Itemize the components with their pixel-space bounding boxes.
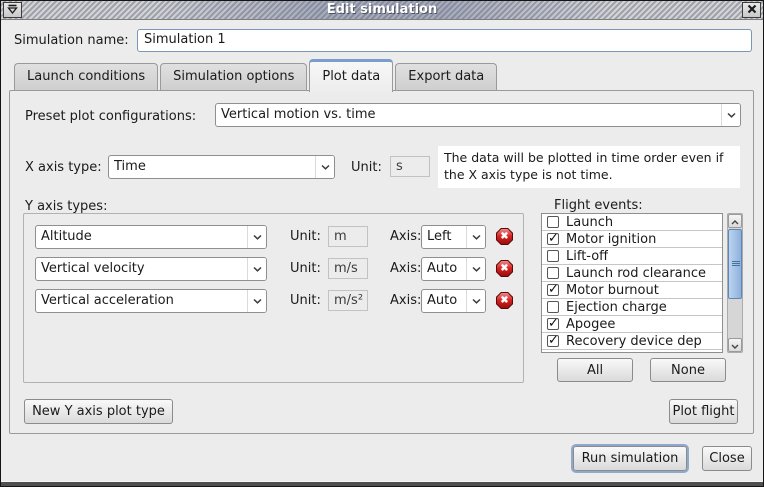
- new-y-axis-plot-type-button[interactable]: New Y axis plot type: [24, 399, 173, 424]
- chevron-down-icon: [466, 290, 485, 312]
- preset-config-select[interactable]: Vertical motion vs. time: [215, 103, 741, 127]
- y-axis-type-select[interactable]: Altitude: [35, 225, 267, 249]
- tab-launch-conditions[interactable]: Launch conditions: [14, 63, 158, 91]
- chevron-down-icon: [721, 104, 740, 126]
- close-window-button[interactable]: [742, 2, 761, 18]
- y-axis-row: Vertical velocity Unit: m/s Axis: Auto ✖: [24, 257, 523, 281]
- window-bottom-frame: [1, 481, 763, 486]
- plot-flight-button[interactable]: Plot flight: [669, 399, 738, 424]
- x-axis-type-value: Time: [109, 156, 315, 178]
- axis-side-value: Auto: [422, 290, 466, 312]
- flight-event-row[interactable]: Lift-off: [542, 248, 722, 265]
- edit-simulation-dialog: Edit simulation Simulation name: Simulat…: [0, 0, 764, 487]
- unit-value: m/s: [328, 258, 368, 279]
- delete-y-axis-button[interactable]: ✖: [496, 292, 513, 309]
- checkbox[interactable]: [547, 284, 559, 296]
- y-axis-type-value: Vertical velocity: [36, 258, 247, 280]
- chevron-down-icon: [247, 290, 266, 312]
- preset-config-label: Preset plot configurations:: [25, 109, 196, 124]
- checkbox[interactable]: [547, 250, 559, 262]
- flight-event-name: Motor burnout: [566, 283, 659, 298]
- flight-event-name: Lift-off: [566, 249, 608, 264]
- y-axis-types-group: Altitude Unit: m Axis: Left ✖ Vertical v…: [23, 213, 524, 383]
- y-axis-type-select[interactable]: Vertical acceleration: [35, 289, 267, 313]
- flight-event-name: Launch: [566, 215, 613, 230]
- unit-label: Unit:: [290, 261, 321, 276]
- flight-events-label: Flight events:: [554, 198, 643, 213]
- y-axis-row: Altitude Unit: m Axis: Left ✖: [24, 225, 523, 249]
- scrollbar-thumb[interactable]: [728, 229, 742, 299]
- x-axis-type-select[interactable]: Time: [108, 155, 335, 179]
- tab-bar: Launch conditions Simulation options Plo…: [14, 58, 499, 91]
- flight-event-row[interactable]: Apogee: [542, 316, 722, 333]
- scroll-up-button[interactable]: [728, 214, 742, 228]
- chevron-down-icon: [466, 226, 485, 248]
- flight-event-name: Apogee: [566, 317, 615, 332]
- flight-event-name: Ejection charge: [566, 300, 667, 315]
- flight-event-row[interactable]: Motor ignition: [542, 231, 722, 248]
- flight-event-name: Motor ignition: [566, 232, 656, 247]
- titlebar[interactable]: Edit simulation: [1, 1, 763, 20]
- y-axis-types-label: Y axis types:: [25, 199, 107, 214]
- y-axis-row: Vertical acceleration Unit: m/s² Axis: A…: [24, 289, 523, 313]
- chevron-down-icon: [247, 226, 266, 248]
- y-axis-type-select[interactable]: Vertical velocity: [35, 257, 267, 281]
- checkbox[interactable]: [547, 318, 559, 330]
- x-axis-type-label: X axis type:: [25, 160, 102, 175]
- chevron-up-icon: [731, 214, 739, 229]
- scroll-down-button[interactable]: [728, 338, 742, 352]
- tab-export-data[interactable]: Export data: [395, 63, 497, 91]
- checkbox[interactable]: [547, 301, 559, 313]
- unit-label: Unit:: [290, 293, 321, 308]
- select-all-events-button[interactable]: All: [557, 358, 633, 382]
- x-axis-unit-label: Unit:: [351, 160, 382, 175]
- chevron-down-icon: [731, 338, 739, 353]
- delete-y-axis-button[interactable]: ✖: [496, 260, 513, 277]
- checkbox[interactable]: [547, 267, 559, 279]
- flight-event-row[interactable]: Launch rod clearance: [542, 265, 722, 282]
- flight-event-row[interactable]: Ejection charge: [542, 299, 722, 316]
- chevron-down-icon: [466, 258, 485, 280]
- axis-side-select[interactable]: Auto: [421, 289, 486, 313]
- flight-events-scrollbar[interactable]: [727, 213, 743, 353]
- flight-event-row[interactable]: Motor burnout: [542, 282, 722, 299]
- unit-value: m: [328, 226, 368, 247]
- flight-event-row[interactable]: Launch: [542, 214, 722, 231]
- simulation-name-input[interactable]: Simulation 1: [137, 29, 752, 52]
- run-simulation-button[interactable]: Run simulation: [573, 446, 687, 471]
- chevron-down-icon: [247, 258, 266, 280]
- flight-event-name: Recovery device dep: [566, 334, 702, 349]
- unit-label: Unit:: [290, 229, 321, 244]
- flight-events-list[interactable]: Launch Motor ignition Lift-off Launch ro…: [541, 213, 723, 353]
- flight-event-row[interactable]: Recovery device dep: [542, 333, 722, 350]
- select-none-events-button[interactable]: None: [650, 358, 726, 382]
- axis-label: Axis:: [390, 229, 421, 244]
- checkbox[interactable]: [547, 233, 559, 245]
- preset-config-value: Vertical motion vs. time: [216, 104, 721, 126]
- tab-plot-data[interactable]: Plot data: [309, 59, 393, 92]
- flight-event-name: Launch rod clearance: [566, 266, 706, 281]
- axis-side-select[interactable]: Auto: [421, 257, 486, 281]
- close-button[interactable]: Close: [702, 446, 752, 471]
- axis-side-select[interactable]: Left: [421, 225, 486, 249]
- y-axis-type-value: Vertical acceleration: [36, 290, 247, 312]
- delete-y-axis-button[interactable]: ✖: [496, 228, 513, 245]
- close-icon: [747, 3, 757, 18]
- checkbox[interactable]: [547, 335, 559, 347]
- time-order-note: The data will be plotted in time order e…: [438, 146, 740, 188]
- chevron-down-icon: [315, 156, 334, 178]
- axis-label: Axis:: [390, 293, 421, 308]
- y-axis-type-value: Altitude: [36, 226, 247, 248]
- axis-side-value: Left: [422, 226, 466, 248]
- axis-label: Axis:: [390, 261, 421, 276]
- axis-side-value: Auto: [422, 258, 466, 280]
- window-title: Edit simulation: [1, 2, 763, 17]
- unit-value: m/s²: [328, 290, 368, 311]
- scrollbar-grip: [732, 261, 740, 266]
- x-axis-unit-value: s: [390, 156, 430, 177]
- simulation-name-label: Simulation name:: [14, 33, 129, 48]
- tab-simulation-options[interactable]: Simulation options: [160, 63, 307, 91]
- checkbox[interactable]: [547, 216, 559, 228]
